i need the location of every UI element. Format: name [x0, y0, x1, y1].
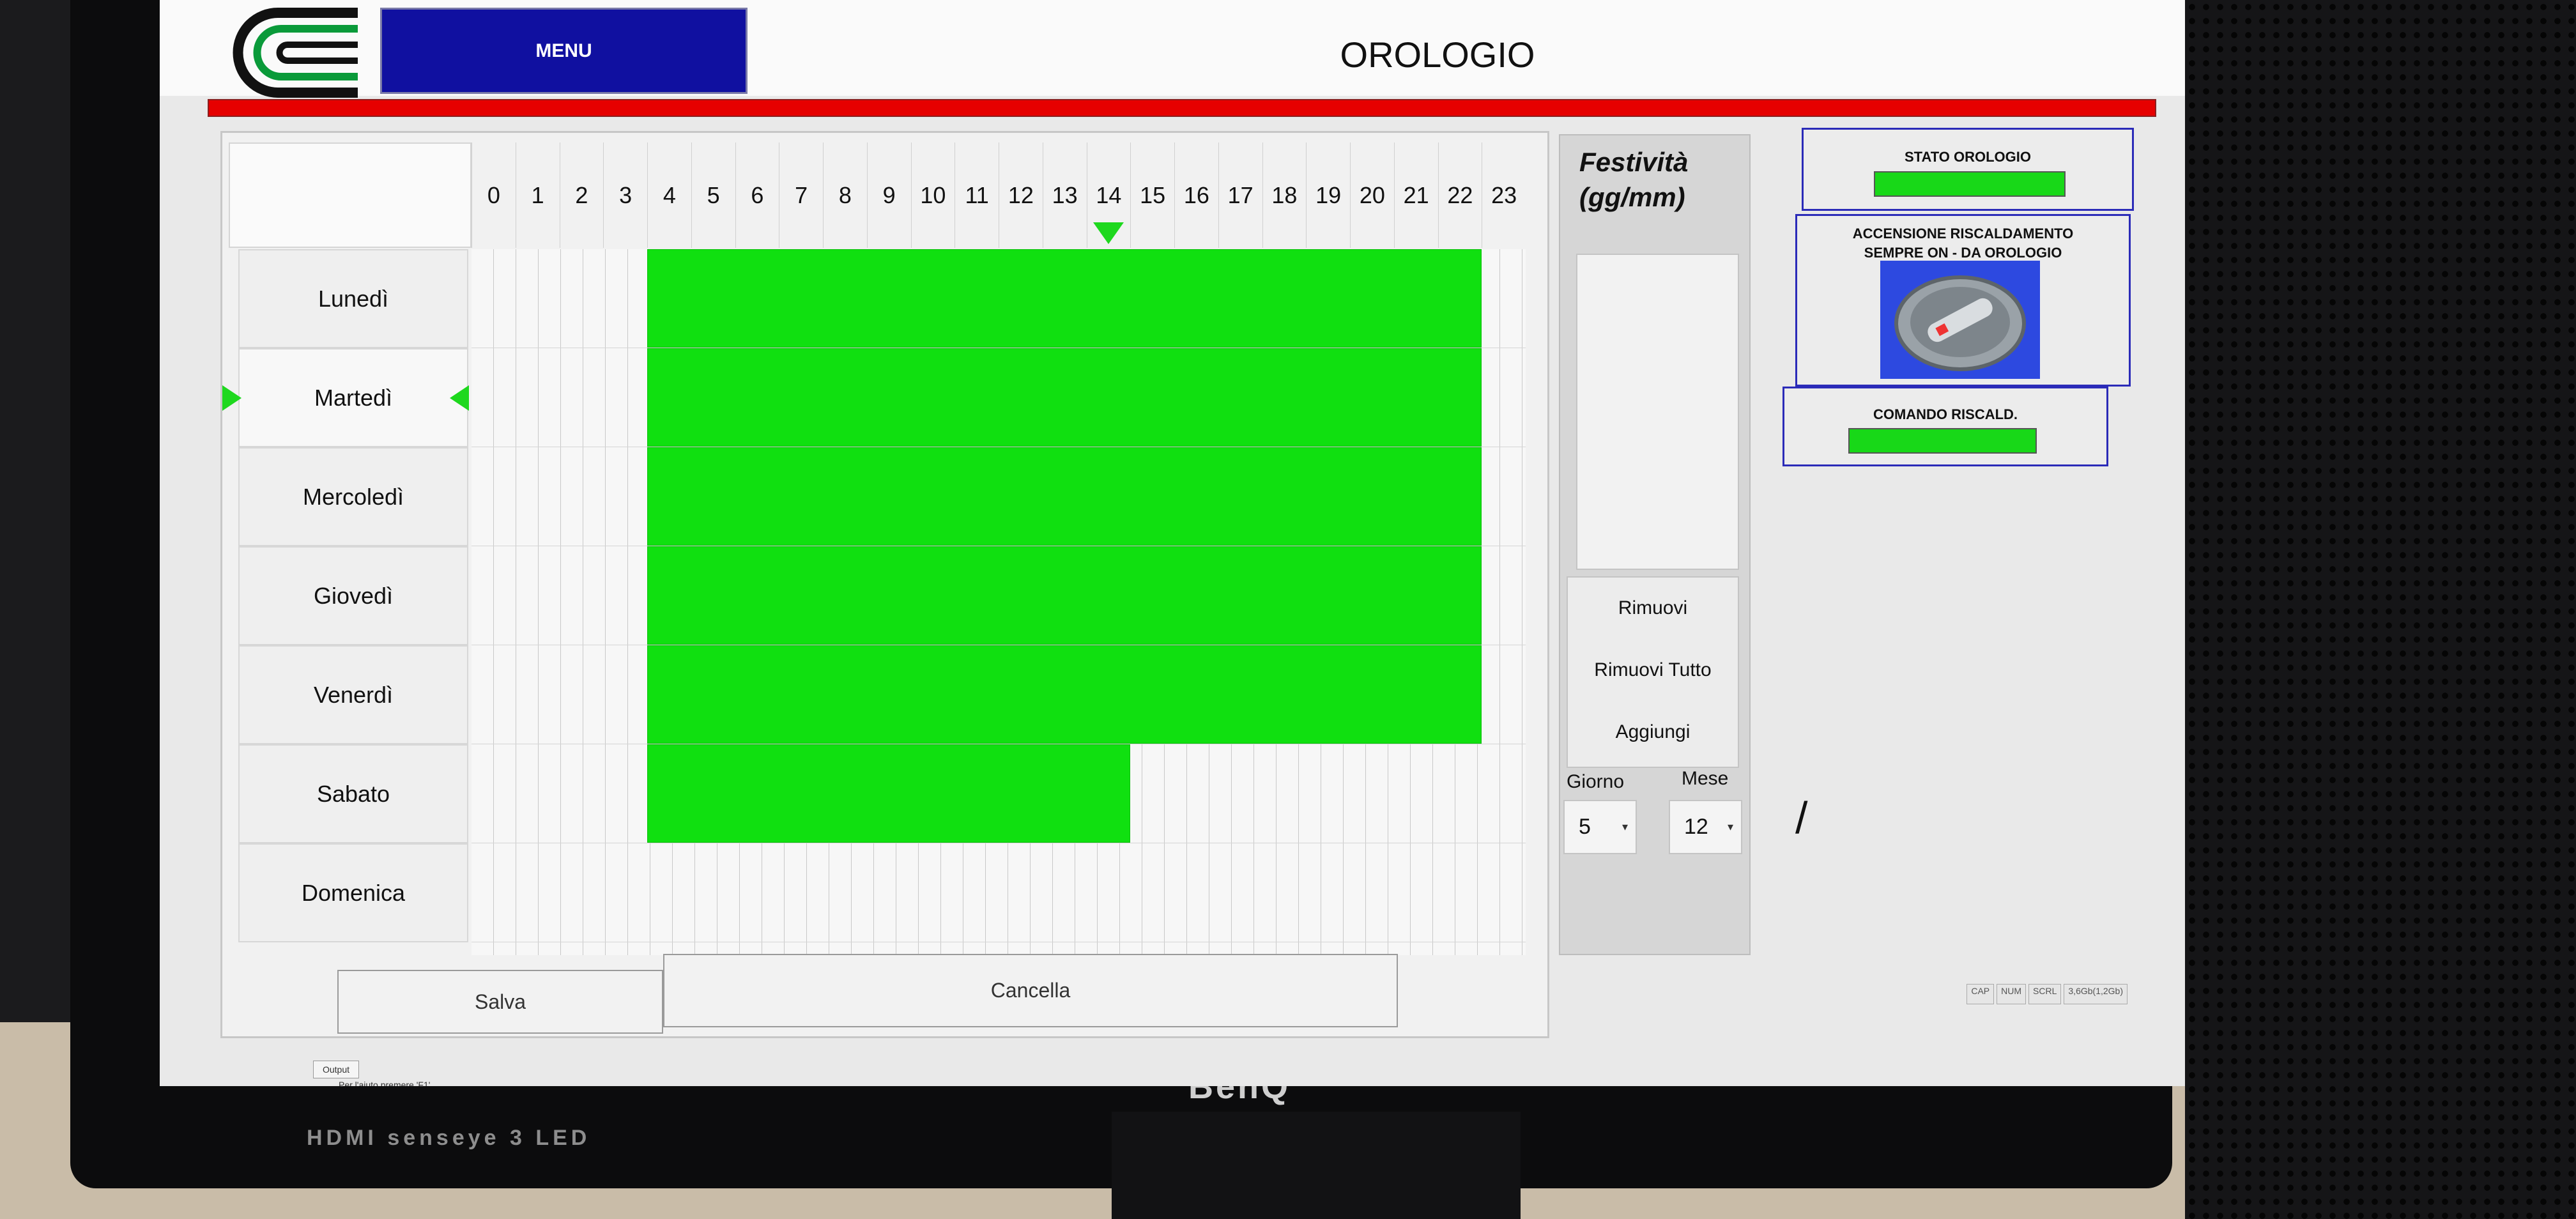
- day-label: Giorno: [1567, 771, 1625, 792]
- day-select[interactable]: 5 ▾: [1563, 800, 1637, 854]
- day-row-mercoledì[interactable]: Mercoledì: [238, 447, 468, 546]
- day-value: 5: [1579, 815, 1591, 839]
- heating-on-block[interactable]: [647, 546, 1482, 645]
- selected-day-left-marker-icon: [222, 385, 241, 411]
- day-row-domenica[interactable]: Domenica: [238, 843, 468, 942]
- scroll-lock-indicator: SCRL: [2028, 984, 2062, 1004]
- hour-header-23: 23: [1482, 142, 1526, 248]
- hour-header-7: 7: [779, 142, 823, 248]
- heating-on-block[interactable]: [647, 249, 1482, 348]
- hour-header-21: 21: [1393, 142, 1438, 248]
- day-row-sabato[interactable]: Sabato: [238, 744, 468, 843]
- current-hour-marker-icon: [1092, 222, 1124, 244]
- heating-command-label: COMANDO RISCALD.: [1873, 406, 2018, 422]
- holidays-actions: Rimuovi Rimuovi Tutto Aggiungi: [1567, 576, 1739, 768]
- output-tab[interactable]: Output: [313, 1061, 359, 1078]
- company-logo-icon: [233, 7, 358, 98]
- hour-header-8: 8: [823, 142, 867, 248]
- header-divider: [208, 99, 2156, 117]
- day-row-lunedì[interactable]: Lunedì: [238, 249, 468, 348]
- heating-on-block[interactable]: [647, 447, 1482, 546]
- schedule-row[interactable]: [471, 744, 1526, 843]
- heating-mode-panel: ACCENSIONE RISCALDAMENTO SEMPRE ON - DA …: [1795, 214, 2131, 387]
- schedule-grid[interactable]: [471, 249, 1526, 955]
- schedule-row[interactable]: [471, 546, 1526, 645]
- heating-mode-switch[interactable]: [1880, 261, 2040, 379]
- weekly-schedule-panel: 0 1 2 3 4 5 6 7 8 9 10 11 12 13 14 15 16 17 18 19 20 21 22 23 L…: [220, 131, 1549, 1038]
- remove-all-holidays-button[interactable]: Rimuovi Tutto: [1568, 640, 1738, 700]
- save-button[interactable]: Salva: [337, 970, 663, 1034]
- month-select[interactable]: 12 ▾: [1669, 800, 1742, 854]
- holidays-panel: Festività (gg/mm) Rimuovi Rimuovi Tutto …: [1559, 134, 1751, 955]
- hour-header-12: 12: [999, 142, 1043, 248]
- hour-header-11: 11: [954, 142, 999, 248]
- hour-header-9: 9: [866, 142, 911, 248]
- day-row-venerdì[interactable]: Venerdì: [238, 645, 468, 744]
- schedule-row[interactable]: [471, 348, 1526, 447]
- hour-header-3: 3: [603, 142, 647, 248]
- remove-holiday-button[interactable]: Rimuovi: [1568, 578, 1738, 638]
- hour-header-0: 0: [471, 142, 516, 248]
- month-label: Mese: [1682, 768, 1729, 789]
- chevron-down-icon: ▾: [1621, 820, 1628, 833]
- clock-state-indicator: [1874, 171, 2066, 197]
- hour-header-4: 4: [647, 142, 691, 248]
- holidays-list[interactable]: [1576, 254, 1739, 570]
- hour-header-20: 20: [1350, 142, 1394, 248]
- selected-day-right-marker-icon: [450, 385, 469, 411]
- hour-header-6: 6: [735, 142, 779, 248]
- heating-on-block[interactable]: [647, 348, 1482, 447]
- chevron-down-icon: ▾: [1727, 820, 1733, 833]
- date-separator: /: [1795, 793, 1808, 843]
- num-lock-indicator: NUM: [1997, 984, 2027, 1004]
- system-tray: CAP NUM SCRL 3,6Gb(1,2Gb): [1966, 984, 2128, 1004]
- day-row-martedì[interactable]: Martedì: [238, 348, 468, 447]
- day-row-giovedì[interactable]: Giovedì: [238, 546, 468, 645]
- rotary-switch-icon: [1894, 275, 2026, 371]
- clock-state-label: STATO OROLOGIO: [1905, 149, 2031, 165]
- hour-header-17: 17: [1218, 142, 1262, 248]
- schedule-row[interactable]: [471, 645, 1526, 744]
- monitor-stand: [1112, 1112, 1521, 1219]
- memory-indicator: 3,6Gb(1,2Gb): [2064, 984, 2128, 1004]
- hour-header-18: 18: [1262, 142, 1307, 248]
- hour-header-15: 15: [1130, 142, 1174, 248]
- schedule-corner-cell: [229, 142, 471, 248]
- holidays-title: Festività (gg/mm): [1579, 147, 1689, 212]
- hour-header-16: 16: [1174, 142, 1218, 248]
- heating-mode-label: ACCENSIONE RISCALDAMENTO: [1852, 226, 2074, 241]
- hour-header-13: 13: [1042, 142, 1087, 248]
- heating-mode-options: SEMPRE ON - DA OROLOGIO: [1864, 245, 2062, 261]
- hour-header-19: 19: [1306, 142, 1350, 248]
- app-screen: MENU OROLOGIO 0 1 2 3 4 5 6 7 8 9 10 11 12 13 14 15 16 17…: [160, 0, 2185, 1086]
- caps-lock-indicator: CAP: [1966, 984, 1995, 1004]
- heating-on-block[interactable]: [647, 645, 1482, 744]
- schedule-row[interactable]: [471, 249, 1526, 348]
- hour-header-2: 2: [559, 142, 604, 248]
- page-title: OROLOGIO: [1340, 34, 1535, 75]
- heating-command-indicator: [1848, 428, 2037, 454]
- clock-state-panel: STATO OROLOGIO: [1802, 128, 2134, 211]
- menu-button[interactable]: MENU: [380, 8, 747, 94]
- speaker-grille: [2185, 0, 2576, 1219]
- month-value: 12: [1684, 815, 1708, 839]
- app-header: MENU OROLOGIO: [160, 0, 2185, 98]
- heating-command-panel: COMANDO RISCALD.: [1782, 387, 2108, 466]
- schedule-row[interactable]: [471, 843, 1526, 942]
- hour-header-10: 10: [910, 142, 955, 248]
- hour-header-1: 1: [515, 142, 560, 248]
- hour-header-22: 22: [1438, 142, 1482, 248]
- monitor-ports-label: HDMI senseye 3 LED: [307, 1126, 591, 1150]
- heating-on-block[interactable]: [647, 744, 1131, 843]
- hour-header-5: 5: [691, 142, 735, 248]
- cancel-button[interactable]: Cancella: [663, 954, 1398, 1027]
- add-holiday-button[interactable]: Aggiungi: [1568, 702, 1738, 762]
- schedule-row[interactable]: [471, 447, 1526, 546]
- status-bar-text: Per l'aiuto premere 'F1': [339, 1080, 431, 1086]
